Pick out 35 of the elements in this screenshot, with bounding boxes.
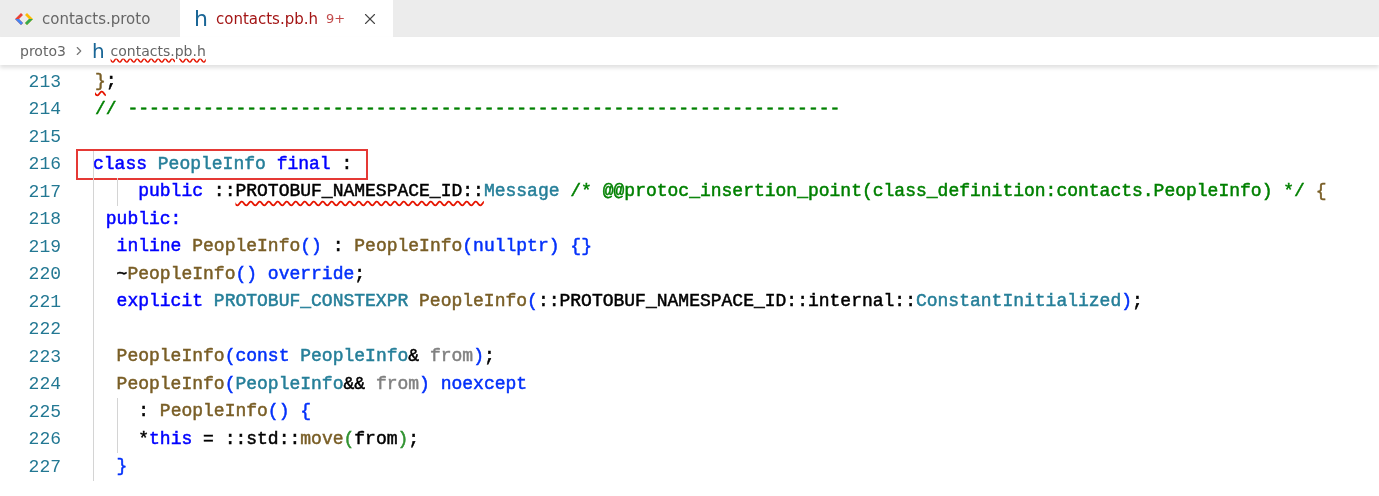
line-number: 219 <box>27 236 61 257</box>
line-number: 227 <box>27 456 61 477</box>
line-number: 224 <box>27 374 61 395</box>
code-line: // ------------------------------------------------------------------ <box>94 97 842 121</box>
line-number: 214 <box>27 99 61 120</box>
line-number: 220 <box>27 264 61 285</box>
line-number: 221 <box>27 291 61 312</box>
code-line: PeopleInfo(PeopleInfo&& from) noexcept <box>115 372 529 396</box>
line-number: 218 <box>27 209 61 230</box>
header-file-icon: h <box>91 41 105 61</box>
line-number: 226 <box>27 429 61 450</box>
code-line: : PeopleInfo() { <box>137 400 313 423</box>
code-line: inline PeopleInfo() : PeopleInfo(nullptr) {} <box>115 235 593 258</box>
code-line: public: <box>104 207 183 231</box>
line-number: 215 <box>27 126 61 147</box>
breadcrumb-item[interactable]: contacts.pb.h <box>110 43 206 65</box>
code-line: }; <box>94 70 118 93</box>
code-line: PeopleInfo(const PeopleInfo& from); <box>115 345 496 368</box>
highlighted-code-line: class PeopleInfo final : <box>78 150 367 178</box>
line-number: 222 <box>27 319 61 340</box>
line-number: 213 <box>27 71 61 92</box>
header-file-icon: h <box>194 7 208 30</box>
line-number: 223 <box>27 346 61 367</box>
code-line: *this = ::std::move(from); <box>137 427 421 451</box>
code-line: ~PeopleInfo() override; <box>115 262 367 286</box>
code-line: explicit PROTOBUF_CONSTEXPR PeopleInfo(::PROTOBUF_NAMESPACE_ID::internal::ConstantInitialized); <box>115 290 1144 313</box>
problem-count: 9+ <box>326 11 346 26</box>
code-line: public ::PROTOBUF_NAMESPACE_ID::Message /* @@protoc_insertion_point(class_definition:contacts.PeopleInfo) */ { <box>137 180 1328 203</box>
code-line: } <box>115 455 129 478</box>
line-number: 216 <box>27 154 61 175</box>
brackets-icon <box>14 11 34 26</box>
line-number: 217 <box>27 181 61 202</box>
editor-tab[interactable]: h contacts.pb.h 9+ <box>180 0 394 37</box>
breadcrumb-item[interactable]: proto3 <box>20 43 66 65</box>
line-number: 225 <box>27 401 61 422</box>
